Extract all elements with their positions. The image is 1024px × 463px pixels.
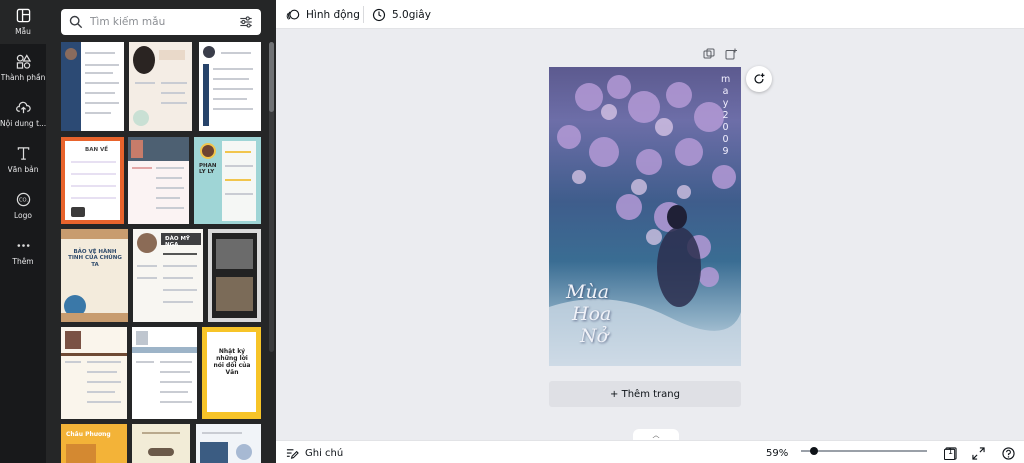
rail-item-more[interactable]: Thêm xyxy=(0,230,46,274)
refresh-button[interactable] xyxy=(746,66,772,92)
template-thumb-9[interactable] xyxy=(208,229,261,322)
template-thumb-15[interactable] xyxy=(196,424,261,463)
template-thumb-1[interactable] xyxy=(61,42,124,131)
template-thumb-13[interactable]: Châu Phương xyxy=(61,424,127,463)
zoom-slider-handle[interactable] xyxy=(809,447,818,455)
page-count-label: 1 xyxy=(948,447,954,456)
duration-label: 5.0giây xyxy=(392,8,431,21)
add-page-button[interactable]: + Thêm trang xyxy=(549,381,741,407)
clock-icon xyxy=(372,8,386,21)
template-thumb-3[interactable] xyxy=(199,42,261,131)
notes-button[interactable]: Ghi chú xyxy=(286,445,343,461)
zoom-percent[interactable]: 59% xyxy=(766,445,788,461)
vertical-char: a xyxy=(722,86,730,97)
notes-label: Ghi chú xyxy=(305,447,344,459)
search-box[interactable] xyxy=(61,9,261,35)
show-pages-button[interactable]: ︿ xyxy=(633,429,679,440)
refresh-plus-icon xyxy=(754,73,765,84)
rail-label-uploads: Nội dung t... xyxy=(0,119,46,128)
page-actions xyxy=(703,48,737,60)
title-line: Nở xyxy=(580,325,609,347)
vertical-char: 0 xyxy=(722,134,730,145)
page-vertical-text: m a y 2 0 0 9 xyxy=(721,74,731,158)
help-icon xyxy=(1002,446,1015,460)
title-line: Mùa xyxy=(566,281,610,303)
notes-icon xyxy=(286,448,299,459)
rail-label-more: Thêm xyxy=(12,257,34,266)
toolbar-divider xyxy=(363,6,364,23)
title-line: Hoa xyxy=(572,303,612,325)
left-rail: Mẫu Thành phần Nội dung t... Văn bản CO.… xyxy=(0,0,46,463)
top-toolbar: Hình động 5.0giây xyxy=(276,0,1024,29)
template-thumb-10[interactable] xyxy=(61,327,127,419)
add-page-icon[interactable] xyxy=(725,48,737,60)
rail-label-elements: Thành phần xyxy=(0,73,46,82)
template-thumb-7[interactable]: BẢO VỆ HÀNH TINH CỦA CHÚNG TA xyxy=(61,229,128,322)
template-thumb-8[interactable]: ĐÀO MỸ NGA xyxy=(133,229,203,322)
search-icon xyxy=(69,15,83,29)
animate-label: Hình động xyxy=(306,8,360,21)
vertical-char: m xyxy=(721,74,732,85)
rail-item-elements[interactable]: Thành phần xyxy=(0,46,46,90)
template-thumb-11[interactable] xyxy=(132,327,197,419)
duplicate-page-icon[interactable] xyxy=(703,48,715,60)
template-13-title: Châu Phương xyxy=(66,431,111,438)
template-6-name: PHAN LY LY xyxy=(199,163,217,176)
zoom-slider[interactable] xyxy=(801,450,927,452)
rail-label-text: Văn bản xyxy=(7,165,39,174)
rail-item-text[interactable]: Văn bản xyxy=(0,138,46,182)
template-thumb-2[interactable] xyxy=(129,42,192,131)
template-7-title: BẢO VỆ HÀNH TINH CỦA CHÚNG TA xyxy=(68,249,122,268)
shapes-icon xyxy=(16,54,31,69)
more-icon xyxy=(17,244,29,247)
search-input[interactable] xyxy=(90,16,239,28)
chevron-up-icon: ︿ xyxy=(652,430,660,439)
upload-icon xyxy=(15,101,31,114)
vertical-char: 0 xyxy=(722,122,730,133)
animate-button[interactable]: Hình động xyxy=(286,4,360,25)
zoom-label: 59% xyxy=(766,447,789,459)
template-12-title: Nhật ký những lời nói dối của Văn xyxy=(213,348,251,376)
help-button[interactable] xyxy=(1002,445,1015,461)
page-title-art: Mùa Hoa Nở xyxy=(566,281,611,347)
template-4-title: BAN VỀ xyxy=(85,147,108,153)
template-thumb-12[interactable]: Nhật ký những lời nói dối của Văn xyxy=(202,327,261,419)
rail-label-templates: Mẫu xyxy=(15,27,31,36)
template-thumb-6[interactable]: PHAN LY LY xyxy=(194,137,261,224)
rail-label-logo: Logo xyxy=(14,211,32,220)
duration-button[interactable]: 5.0giây xyxy=(372,4,431,25)
template-thumb-14[interactable] xyxy=(132,424,190,463)
vertical-char: y xyxy=(722,98,730,109)
vertical-char: 2 xyxy=(722,110,730,121)
svg-text:CO.: CO. xyxy=(18,198,27,204)
template-thumb-4[interactable]: BAN VỀ xyxy=(61,137,124,224)
layout-icon xyxy=(16,8,30,23)
logo-icon: CO. xyxy=(16,192,30,207)
text-icon xyxy=(17,147,29,160)
panel-scrollbar-thumb[interactable] xyxy=(269,42,274,112)
page-count-button[interactable]: 1 xyxy=(944,445,957,461)
fullscreen-icon xyxy=(972,446,985,460)
template-thumb-5[interactable] xyxy=(128,137,189,224)
fullscreen-button[interactable] xyxy=(972,445,985,461)
template-8-name: ĐÀO MỸ NGA xyxy=(165,236,190,249)
rail-item-templates[interactable]: Mẫu xyxy=(0,0,46,44)
design-page[interactable]: m a y 2 0 0 9 Mùa Hoa Nở xyxy=(549,67,741,366)
filter-icon[interactable] xyxy=(239,15,253,29)
rail-item-uploads[interactable]: Nội dung t... xyxy=(0,92,46,136)
vertical-char: 9 xyxy=(722,146,730,157)
rail-item-logo[interactable]: CO. Logo xyxy=(0,184,46,228)
animation-icon xyxy=(286,9,300,20)
